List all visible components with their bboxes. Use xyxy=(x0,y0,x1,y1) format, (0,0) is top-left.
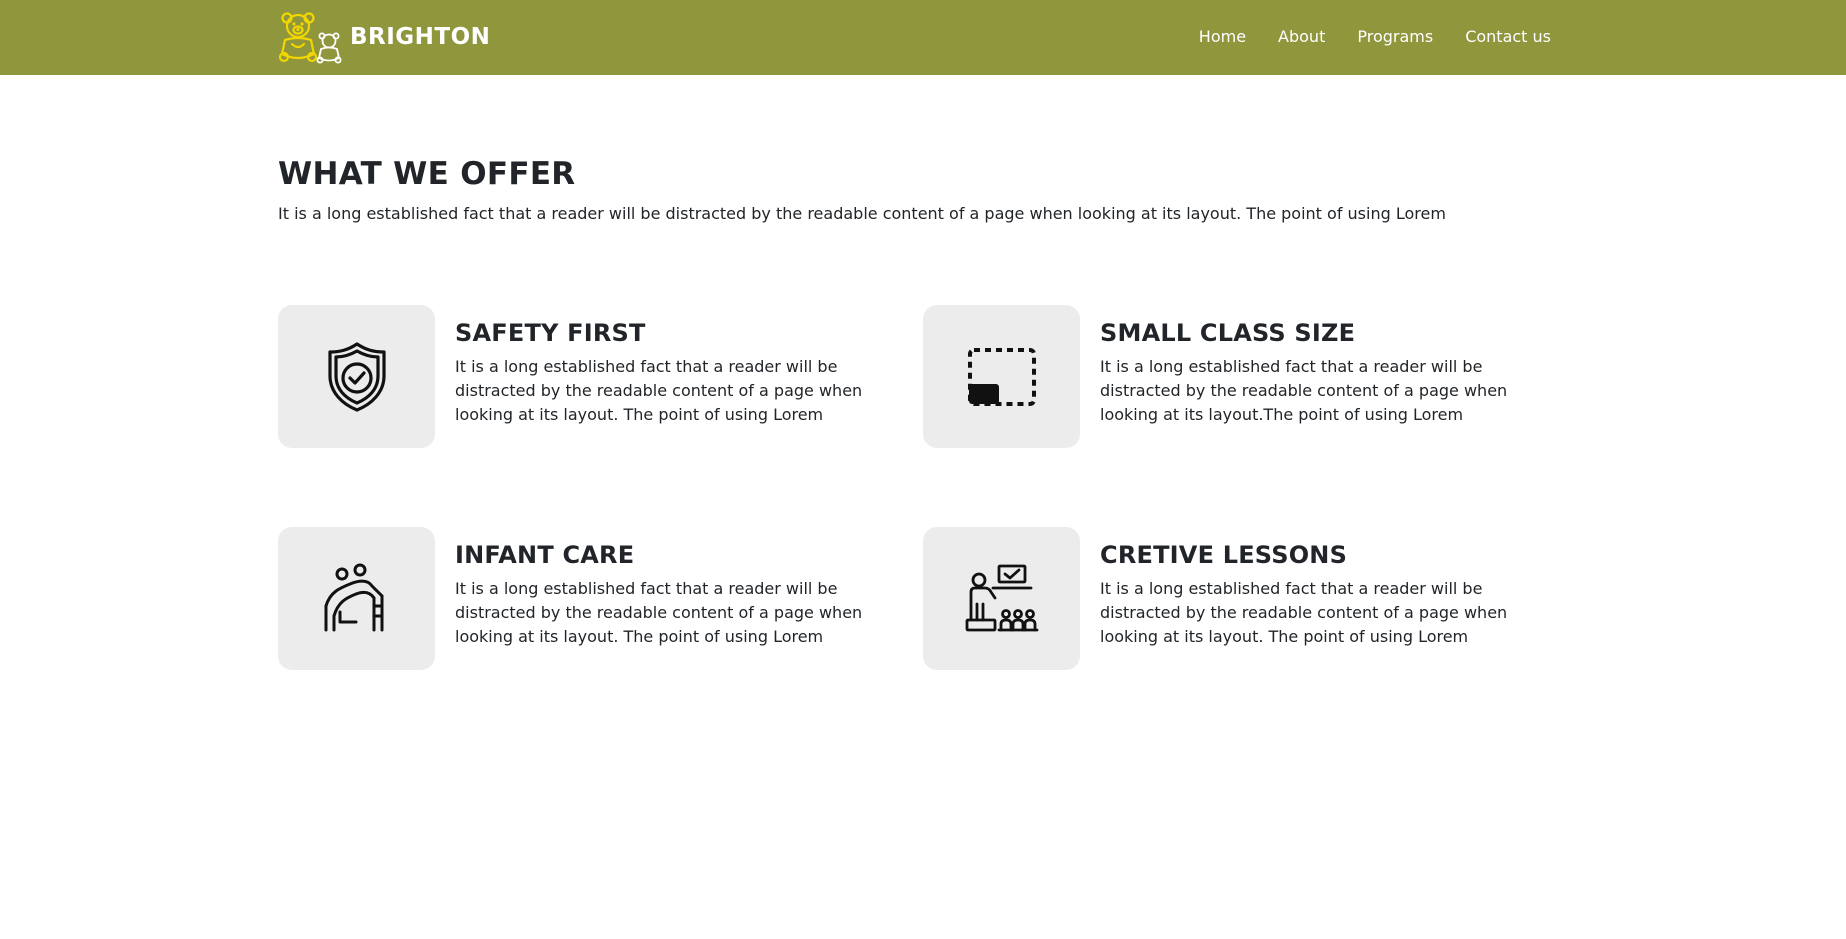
feature-description: It is a long established fact that a rea… xyxy=(455,579,863,646)
feature-card-safety: SAFETY FIRST It is a long established fa… xyxy=(278,305,903,450)
nav-contact-link[interactable]: Contact us xyxy=(1465,26,1551,48)
feature-card-infant-care: INFANT CARE It is a long established fac… xyxy=(278,527,903,672)
feature-title: SMALL CLASS SIZE xyxy=(1100,319,1356,347)
feature-description: It is a long established fact that a rea… xyxy=(455,357,863,424)
feature-icon-box xyxy=(278,305,435,448)
feature-description: It is a long established fact that a rea… xyxy=(1100,579,1508,646)
feature-description: It is a long established fact that a rea… xyxy=(1100,357,1508,424)
playground-slide-icon xyxy=(324,563,383,631)
feature-title: CRETIVE LESSONS xyxy=(1100,541,1348,569)
teddy-bear-logo xyxy=(278,12,342,64)
feature-card-creative-lessons: CRETIVE LESSONS It is a long established… xyxy=(923,527,1548,672)
section-subtitle: It is a long established fact that a rea… xyxy=(278,204,1446,223)
main-nav: Home About Programs Contact us xyxy=(1199,26,1551,48)
classroom-teacher-icon xyxy=(965,564,1038,631)
section-title: WHAT WE OFFER xyxy=(278,156,576,192)
shield-check-icon xyxy=(327,341,386,412)
dashed-frame-icon xyxy=(967,347,1036,406)
brand-link[interactable]: BRIGHTON xyxy=(278,10,490,64)
nav-home-link[interactable]: Home xyxy=(1199,26,1246,48)
feature-icon-box xyxy=(923,527,1080,670)
nav-about-link[interactable]: About xyxy=(1278,26,1325,48)
feature-icon-box xyxy=(278,527,435,670)
feature-title: INFANT CARE xyxy=(455,541,635,569)
feature-icon-box xyxy=(923,305,1080,448)
feature-card-class-size: SMALL CLASS SIZE It is a long establishe… xyxy=(923,305,1548,450)
brand-name: BRIGHTON xyxy=(350,24,491,50)
top-navbar: BRIGHTON Home About Programs Contact us xyxy=(0,0,1846,75)
nav-programs-link[interactable]: Programs xyxy=(1357,26,1433,48)
feature-title: SAFETY FIRST xyxy=(455,319,646,347)
